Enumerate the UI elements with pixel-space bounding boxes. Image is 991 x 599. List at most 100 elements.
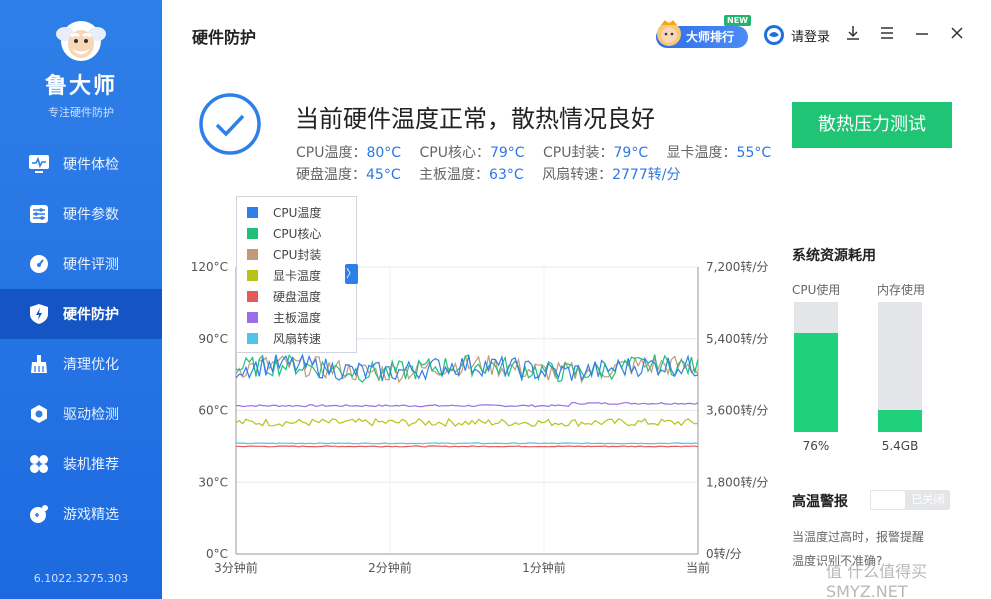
- hexagon-gear-icon: [28, 403, 50, 425]
- y-right-tick-label: 1,800转/分: [706, 474, 768, 489]
- legend-swatch: [247, 228, 258, 239]
- chart-legend: CPU温度 CPU核心 CPU封装 显卡温度 硬盘温度 主板温度 风扇转速: [236, 196, 357, 353]
- download-icon[interactable]: [844, 24, 862, 42]
- sidebar-item-game-picks[interactable]: 游戏精选: [0, 489, 162, 539]
- sidebar-item-hardware-benchmark[interactable]: 硬件评测: [0, 239, 162, 289]
- legend-item-cpu-core[interactable]: CPU核心: [247, 223, 356, 244]
- sidebar-item-hardware-params[interactable]: 硬件参数: [0, 189, 162, 239]
- page-title: 硬件防护: [192, 28, 257, 47]
- x-tick-label: 3分钟前: [214, 560, 258, 575]
- logo: 鲁大师 专注硬件防护: [0, 14, 162, 120]
- cpu-usage-fill: [794, 333, 838, 432]
- toggle-knob: [871, 491, 905, 509]
- series-line-3: [235, 417, 698, 428]
- close-icon[interactable]: [948, 24, 966, 42]
- x-tick-label: 当前: [686, 560, 710, 575]
- monitor-pulse-icon: [28, 153, 50, 175]
- cpu-usage-label: CPU使用: [792, 283, 841, 297]
- y-left-tick-label: 90°C: [198, 332, 228, 346]
- y-right-tick-label: 3,600转/分: [706, 403, 768, 418]
- legend-item-gpu-temp[interactable]: 显卡温度: [247, 265, 356, 286]
- high-temp-alert-toggle[interactable]: 已关闭: [870, 490, 950, 510]
- board-temp-readout: 主板温度：63°C: [419, 167, 524, 183]
- y-left-tick-label: 0°C: [206, 547, 228, 561]
- memory-usage-fill: [878, 409, 922, 432]
- sidebar-item-cleanup[interactable]: 清理优化: [0, 339, 162, 389]
- legend-item-disk-temp[interactable]: 硬盘温度: [247, 286, 356, 307]
- legend-swatch: [247, 333, 258, 344]
- legend-collapse-button[interactable]: 〉: [345, 264, 358, 284]
- master-lu-logo-icon: [53, 14, 109, 64]
- toggle-state-label: 已关闭: [911, 493, 945, 506]
- sidebar-item-build-recommend[interactable]: 装机推荐: [0, 439, 162, 489]
- memory-usage-bar: [878, 302, 922, 432]
- sidebar-item-label: 硬件评测: [63, 257, 119, 273]
- sliders-icon: [28, 203, 50, 225]
- memory-usage-value: 5.4GB: [881, 439, 919, 453]
- sidebar-item-label: 装机推荐: [63, 457, 119, 473]
- ranking-avatar-icon: [654, 17, 684, 49]
- sidebar: 鲁大师 专注硬件防护 硬件体检 硬件参数 硬件评测 硬件防护 清理优化 驱动检测…: [0, 0, 162, 599]
- resource-usage-title: 系统资源耗用: [792, 248, 876, 264]
- legend-swatch: [247, 291, 258, 302]
- series-line-6: [235, 442, 699, 445]
- shield-bolt-icon: [28, 303, 50, 325]
- cpu-temp-readout: CPU温度：80°C: [296, 145, 402, 161]
- brand-name: 鲁大师: [44, 74, 117, 99]
- sidebar-item-label: 硬件参数: [63, 207, 119, 223]
- memory-usage-label: 内存使用: [877, 283, 926, 297]
- y-right-tick-label: 7,200转/分: [706, 259, 768, 274]
- legend-item-board-temp[interactable]: 主板温度: [247, 307, 356, 328]
- y-left-tick-label: 120°C: [191, 260, 228, 274]
- legend-item-cpu-temp[interactable]: CPU温度: [247, 202, 356, 223]
- sidebar-item-label: 驱动检测: [63, 407, 119, 423]
- sidebar-item-label: 硬件防护: [63, 307, 119, 323]
- sidebar-item-label: 清理优化: [63, 357, 119, 373]
- top-bar: 硬件防护 大师排行 NEW 请登录: [162, 0, 991, 70]
- fan-icon: [28, 453, 50, 475]
- master-ranking-label: 大师排行: [686, 30, 735, 44]
- login-label: 请登录: [791, 29, 831, 45]
- minimize-icon[interactable]: [913, 24, 931, 42]
- sidebar-item-label: 游戏精选: [63, 507, 119, 523]
- watermark: 值 什么值得买 SMYZ.NET: [826, 562, 928, 599]
- user-avatar-icon: [763, 24, 785, 46]
- cpu-package-readout: CPU封装：79°C: [543, 145, 649, 161]
- legend-item-cpu-package[interactable]: CPU封装: [247, 244, 356, 265]
- cpu-core-readout: CPU核心：79°C: [419, 145, 525, 161]
- legend-item-fan-speed[interactable]: 风扇转速: [247, 328, 356, 349]
- sidebar-item-hardware-protection[interactable]: 硬件防护: [0, 289, 162, 339]
- cpu-usage-bar: [794, 302, 838, 432]
- speedometer-icon: [28, 253, 50, 275]
- y-right-tick-label: 5,400转/分: [706, 331, 768, 346]
- high-temp-alert-title: 高温警报: [792, 494, 848, 510]
- menu-icon[interactable]: [878, 24, 896, 42]
- series-line-5: [235, 401, 699, 408]
- legend-swatch: [247, 249, 258, 260]
- series-line-4: [236, 445, 699, 448]
- sidebar-nav: 硬件体检 硬件参数 硬件评测 硬件防护 清理优化 驱动检测 装机推荐 游戏精选: [0, 139, 162, 539]
- app-version: 6.1022.3275.303: [33, 572, 129, 585]
- legend-swatch: [247, 312, 258, 323]
- x-tick-label: 2分钟前: [368, 560, 412, 575]
- sidebar-item-label: 硬件体检: [63, 157, 119, 173]
- status-title: 当前硬件温度正常，散热情况良好: [295, 105, 655, 133]
- login-button[interactable]: 请登录: [763, 24, 830, 46]
- gamepad-icon: [28, 503, 50, 525]
- status-ok-check-icon: [198, 92, 262, 156]
- y-left-tick-label: 30°C: [198, 475, 228, 489]
- stress-test-button[interactable]: 散热压力测试: [792, 102, 952, 148]
- x-tick-label: 1分钟前: [522, 560, 566, 575]
- cpu-usage-value: 76%: [802, 439, 830, 453]
- broom-icon: [28, 353, 50, 375]
- sidebar-item-hardware-check[interactable]: 硬件体检: [0, 139, 162, 189]
- fan-speed-readout: 风扇转速：2777转/分: [542, 167, 681, 183]
- disk-temp-readout: 硬盘温度：45°C: [296, 167, 401, 183]
- gpu-temp-readout: 显卡温度：55°C: [666, 145, 772, 161]
- legend-swatch: [247, 270, 258, 281]
- new-badge: NEW: [724, 15, 751, 26]
- y-left-tick-label: 60°C: [198, 404, 228, 418]
- y-right-tick-label: 0转/分: [706, 546, 742, 561]
- sidebar-item-driver-check[interactable]: 驱动检测: [0, 389, 162, 439]
- master-ranking-button[interactable]: 大师排行: [656, 20, 748, 48]
